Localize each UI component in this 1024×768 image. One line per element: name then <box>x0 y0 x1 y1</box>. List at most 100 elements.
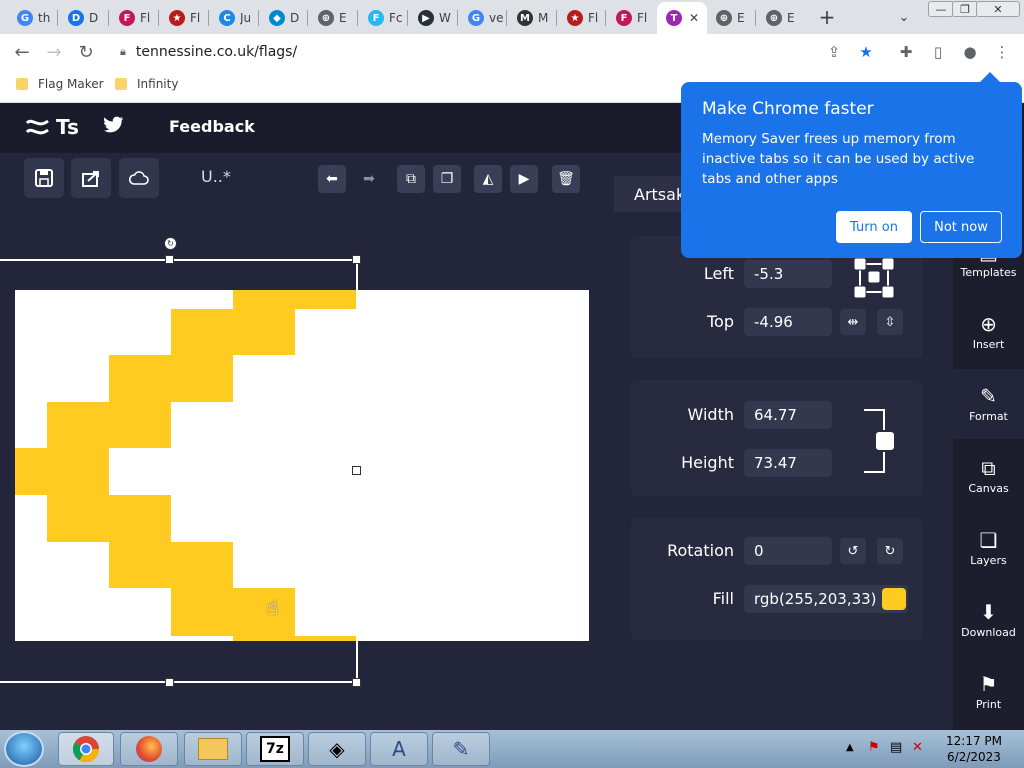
extensions-icon[interactable]: ✚ <box>896 42 916 62</box>
height-input[interactable]: 73.47 <box>744 449 832 477</box>
rotate-handle[interactable]: ↻ <box>164 237 177 250</box>
bookmark-infinity[interactable]: Infinity <box>115 77 178 91</box>
fill-label: Fill <box>712 589 734 608</box>
bookmark-flag-maker[interactable]: Flag Maker <box>16 77 104 91</box>
close-tab-icon[interactable]: ✕ <box>689 11 699 25</box>
reload-icon[interactable]: ↻ <box>74 40 98 64</box>
taskbar-firefox[interactable] <box>120 732 178 766</box>
tab[interactable]: Gth <box>8 4 56 32</box>
resize-handle-top-right[interactable] <box>352 255 361 264</box>
share-icon[interactable]: ⇪ <box>824 42 844 62</box>
tab[interactable]: C Ju <box>210 4 258 32</box>
sidebar-item-layers[interactable]: ❏ Layers <box>953 513 1024 583</box>
anchor-grid-icon[interactable] <box>850 256 900 302</box>
tab[interactable]: ★ Fl <box>160 4 208 32</box>
save-button[interactable] <box>24 158 64 198</box>
flag-star-icon: ★ <box>169 10 185 26</box>
folder-icon <box>16 78 28 90</box>
fill-color-swatch[interactable] <box>882 588 906 610</box>
rotate-left-button[interactable]: ↺ <box>840 538 866 564</box>
center-vertical-button[interactable]: ⇳ <box>877 309 903 335</box>
side-panel-icon[interactable]: ▯ <box>928 42 948 62</box>
document-name[interactable]: U..* <box>201 167 231 186</box>
twitter-icon[interactable] <box>104 116 124 139</box>
sidebar-item-download[interactable]: ⬇ Download <box>953 585 1024 655</box>
layer-tab[interactable]: Artsak <box>614 176 685 212</box>
tab[interactable]: Gve <box>459 4 507 32</box>
sidebar-item-print[interactable]: ⚑ Print <box>953 657 1024 727</box>
bring-forward-button[interactable]: ⧉ <box>397 165 425 193</box>
tray-expand-icon[interactable]: ▲ <box>846 742 854 753</box>
resize-handle-top[interactable] <box>165 255 174 264</box>
tab[interactable]: ⊕ E <box>309 4 357 32</box>
address-bar[interactable]: 🔒︎ tennessine.co.uk/flags/ <box>110 38 830 66</box>
left-input[interactable]: -5.3 <box>744 260 832 288</box>
tab[interactable]: ▶ W <box>409 4 457 32</box>
new-tab-button[interactable]: + <box>816 5 838 29</box>
redo-button[interactable]: ➡ <box>355 165 383 193</box>
sidebar-item-format[interactable]: ✎ Format <box>953 369 1024 439</box>
close-window-button[interactable]: ✕ <box>976 1 1020 17</box>
sidebar-item-canvas[interactable]: ⧉ Canvas <box>953 441 1024 511</box>
tab[interactable]: F Fc <box>359 4 407 32</box>
start-button[interactable] <box>4 731 44 767</box>
resize-handle-bottom-right[interactable] <box>352 678 361 687</box>
tab[interactable]: ★ Fl <box>558 4 606 32</box>
tab[interactable]: T ✕ <box>657 2 707 34</box>
tab[interactable]: ⊕ E <box>707 4 755 32</box>
share-button[interactable] <box>71 158 111 198</box>
back-icon[interactable]: ← <box>10 40 34 64</box>
undo-button[interactable]: ⬅ <box>318 165 346 193</box>
network-icon[interactable]: ▤ <box>890 740 902 755</box>
taskbar-app-5[interactable]: ◈ <box>308 732 366 766</box>
tab-separator <box>57 10 58 26</box>
tab[interactable]: ◆ D <box>260 4 308 32</box>
sidebar-item-insert[interactable]: ⊕ Insert <box>953 297 1024 367</box>
forward-icon[interactable]: → <box>42 40 66 64</box>
tab-separator <box>208 10 209 26</box>
popup-title: Make Chrome faster <box>702 99 874 119</box>
download-icon: ⬇ <box>980 599 997 624</box>
volume-muted-icon[interactable]: ✕ <box>912 740 923 755</box>
bookmark-star-icon[interactable]: ★ <box>856 42 876 62</box>
tab-separator <box>457 10 458 26</box>
tab[interactable]: DD <box>59 4 107 32</box>
tab[interactable]: F Fl <box>110 4 158 32</box>
tab[interactable]: F Fl <box>607 4 655 32</box>
center-horizontal-button[interactable]: ⇹ <box>840 309 866 335</box>
taskbar-7zip[interactable]: 7z <box>246 732 304 766</box>
taskbar-app-6[interactable]: A <box>370 732 428 766</box>
flip-horizontal-button[interactable]: ◭ <box>474 165 502 193</box>
taskbar-chrome[interactable] <box>58 732 114 766</box>
app-installer-icon: ◈ <box>329 737 345 761</box>
tab[interactable]: ⊕ E <box>757 4 805 32</box>
rotate-right-icon: ↻ <box>884 543 896 559</box>
rotation-input[interactable]: 0 <box>744 537 832 565</box>
rotate-right-button[interactable]: ↻ <box>877 538 903 564</box>
minimize-button[interactable]: — <box>928 1 954 17</box>
taskbar-explorer[interactable] <box>184 732 242 766</box>
tab[interactable]: MM <box>508 4 556 32</box>
tab-search-icon[interactable]: ⌄ <box>894 7 914 27</box>
clock[interactable]: 12:17 PM 6/2/2023 <box>938 733 1010 765</box>
action-center-icon[interactable]: ⚑ <box>868 740 880 755</box>
width-input[interactable]: 64.77 <box>744 401 832 429</box>
logo[interactable]: Ts <box>24 115 79 139</box>
not-now-button[interactable]: Not now <box>920 211 1002 243</box>
cloud-save-button[interactable] <box>119 158 159 198</box>
resize-handle-right[interactable] <box>352 466 361 475</box>
selection-box[interactable] <box>0 259 358 683</box>
duplicate-button[interactable]: ❐ <box>433 165 461 193</box>
delete-button[interactable]: 🗑︎ <box>552 165 580 193</box>
restore-button[interactable]: ❐ <box>952 1 978 17</box>
tab-separator <box>407 10 408 26</box>
turn-on-button[interactable]: Turn on <box>836 211 912 243</box>
resize-handle-bottom[interactable] <box>165 678 174 687</box>
profile-icon[interactable]: ● <box>960 42 980 62</box>
aspect-lock-icon[interactable] <box>862 408 902 474</box>
menu-icon[interactable]: ⋮ <box>992 42 1012 62</box>
taskbar-app-7[interactable]: ✎ <box>432 732 490 766</box>
top-input[interactable]: -4.96 <box>744 308 832 336</box>
flip-vertical-button[interactable]: ▶ <box>510 165 538 193</box>
feedback-link[interactable]: Feedback <box>169 117 255 136</box>
